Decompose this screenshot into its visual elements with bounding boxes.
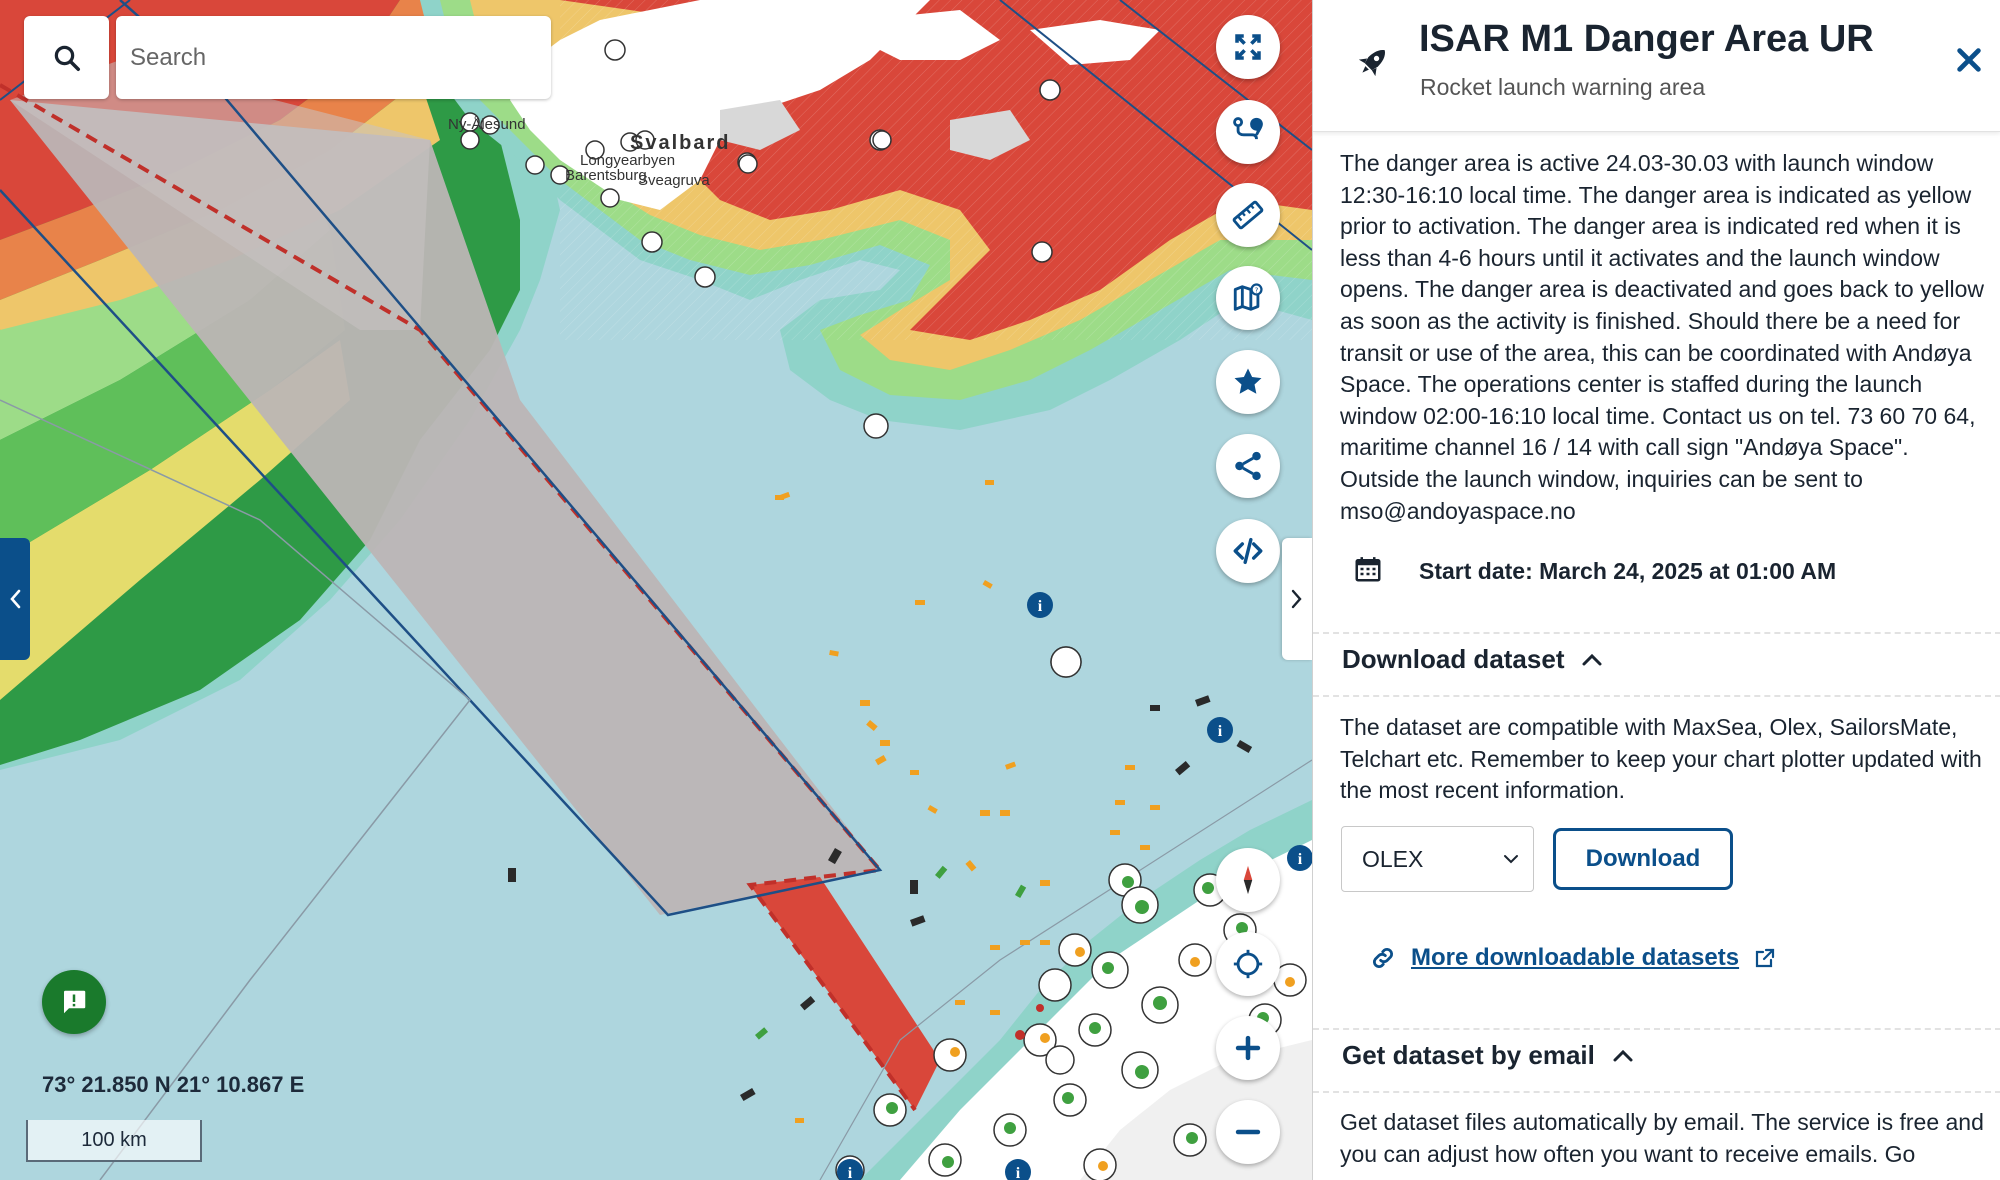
feedback-button[interactable]: [42, 970, 106, 1034]
chevron-up-icon: [1582, 653, 1602, 665]
star-icon: [1234, 368, 1262, 394]
section-divider: [1313, 695, 2000, 697]
panel-collapse-toggle[interactable]: [1282, 538, 1312, 660]
svg-text:i: i: [1218, 723, 1223, 740]
chevron-left-icon: [10, 589, 21, 609]
chevron-up-icon: [1613, 1049, 1633, 1061]
download-button[interactable]: Download: [1553, 828, 1733, 890]
chevron-down-icon: [1504, 855, 1518, 864]
search-input[interactable]: [116, 16, 551, 99]
compass-icon: [1243, 865, 1253, 895]
favorite-button[interactable]: [1216, 350, 1280, 414]
scale-bar: 100 km: [26, 1120, 202, 1162]
plus-icon: [1235, 1035, 1261, 1061]
panel-header: ISAR M1 Danger Area UR Rocket launch war…: [1313, 0, 2000, 132]
place-label: Sveagruva: [638, 172, 710, 189]
format-select-value: OLEX: [1362, 845, 1424, 872]
format-select[interactable]: OLEX: [1341, 826, 1534, 892]
map-layers-button[interactable]: ?: [1216, 266, 1280, 330]
svg-text:i: i: [1298, 851, 1303, 868]
share-button[interactable]: [1216, 434, 1280, 498]
email-section-heading: Get dataset by email: [1342, 1040, 1595, 1070]
panel-subtitle: Rocket launch warning area: [1420, 74, 1706, 100]
route-icon: [1233, 117, 1263, 140]
route-button[interactable]: [1216, 100, 1280, 164]
measure-button[interactable]: [1216, 183, 1280, 247]
email-section-toggle[interactable]: Get dataset by email: [1342, 1040, 1635, 1071]
panel-title: ISAR M1 Danger Area UR: [1419, 18, 1874, 60]
search-button[interactable]: [24, 16, 109, 99]
detail-panel: ISAR M1 Danger Area UR Rocket launch war…: [1312, 0, 2000, 1180]
svg-text:?: ?: [1255, 285, 1259, 294]
search-icon: [54, 45, 80, 71]
close-icon[interactable]: [1953, 44, 1985, 76]
zoom-in-button[interactable]: [1216, 1016, 1280, 1080]
svg-text:i: i: [1016, 1165, 1021, 1180]
fullscreen-icon: [1235, 34, 1261, 60]
rocket-icon: [1358, 49, 1386, 77]
code-icon: [1233, 537, 1263, 565]
section-divider: [1313, 1028, 2000, 1030]
embed-button[interactable]: [1216, 519, 1280, 583]
svg-text:i: i: [848, 1165, 853, 1180]
link-icon: [1372, 947, 1394, 969]
minus-icon: [1235, 1129, 1261, 1135]
more-datasets-link[interactable]: More downloadable datasets: [1369, 944, 1777, 972]
search-field[interactable]: [116, 16, 551, 99]
download-section-heading: Download dataset: [1342, 644, 1565, 674]
share-icon: [1235, 451, 1261, 481]
ruler-icon: [1232, 200, 1264, 230]
download-section-toggle[interactable]: Download dataset: [1342, 644, 1604, 675]
svg-text:i: i: [1038, 598, 1043, 615]
map-layers-icon: ?: [1233, 283, 1263, 311]
download-description: The dataset are compatible with MaxSea, …: [1340, 714, 1982, 804]
feedback-icon: [64, 990, 86, 1014]
fullscreen-button[interactable]: [1216, 15, 1280, 79]
cursor-coordinates: 73° 21.850 N 21° 10.867 E: [42, 1072, 305, 1097]
start-date: Start date: March 24, 2025 at 01:00 AM: [1419, 558, 1837, 584]
locate-button[interactable]: [1216, 932, 1280, 996]
zoom-out-button[interactable]: [1216, 1100, 1280, 1164]
compass-button[interactable]: [1216, 848, 1280, 912]
area-description: The danger area is active 24.03-30.03 wi…: [1340, 150, 1984, 524]
place-label: Barentsburg: [565, 167, 647, 184]
place-label: Ny-Ålesund: [448, 116, 526, 133]
chevron-right-icon: [1291, 589, 1302, 609]
external-link-icon: [1755, 948, 1775, 968]
locate-icon: [1233, 949, 1263, 979]
left-panel-toggle[interactable]: [0, 538, 30, 660]
section-divider: [1313, 632, 2000, 634]
more-datasets-label: More downloadable datasets: [1411, 944, 1740, 971]
map-view[interactable]: iii ii Ny-Ålesund Svalbard Longyearbyen …: [0, 0, 1312, 1180]
email-description: Get dataset files automatically by email…: [1340, 1109, 1984, 1167]
section-divider: [1313, 1091, 2000, 1093]
calendar-icon: [1355, 557, 1381, 582]
